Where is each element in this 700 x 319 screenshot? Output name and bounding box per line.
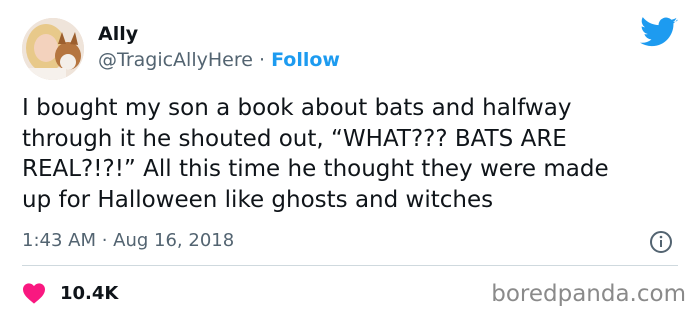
handle-separator: · (258, 49, 266, 71)
source-watermark: boredpanda.com (491, 281, 686, 307)
tweet-timestamp[interactable]: 1:43 AM · Aug 16, 2018 (22, 229, 234, 253)
tweet-text: I bought my son a book about bats and ha… (22, 95, 609, 213)
heart-icon[interactable] (22, 282, 46, 304)
info-icon[interactable] (649, 230, 673, 254)
like-count: 10.4K (60, 282, 119, 304)
avatar-image (22, 18, 84, 80)
like-action[interactable]: 10.4K (22, 280, 118, 306)
avatar[interactable] (22, 18, 84, 80)
author-handle[interactable]: @TragicAllyHere (98, 49, 253, 71)
divider (22, 265, 678, 266)
follow-button[interactable]: Follow (271, 49, 340, 71)
author-name[interactable]: Ally (98, 22, 138, 46)
twitter-bird-icon[interactable] (640, 17, 678, 49)
author-meta: @TragicAllyHere · Follow (98, 48, 340, 72)
